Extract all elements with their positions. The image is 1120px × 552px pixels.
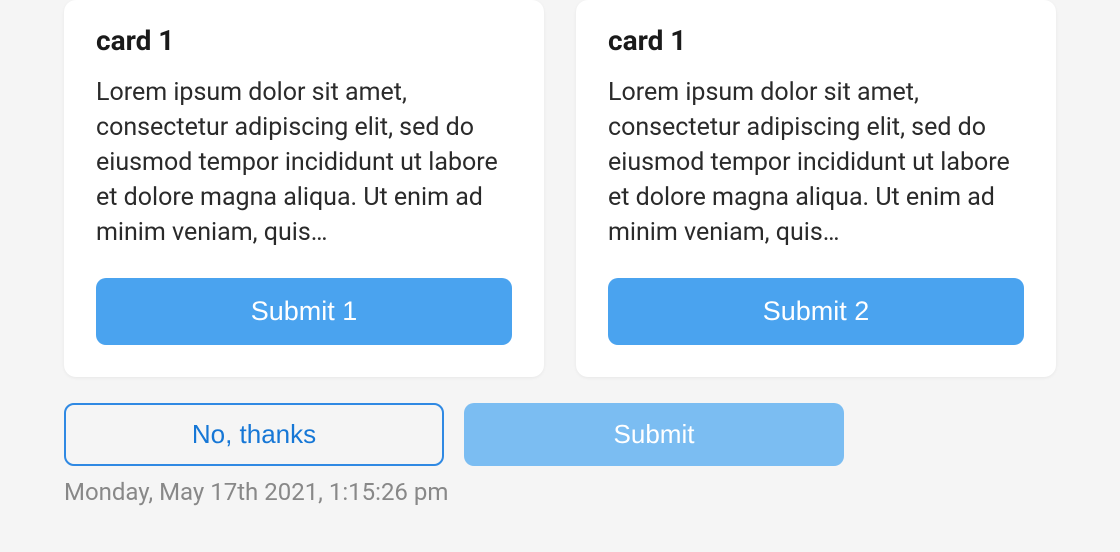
card-body: Lorem ipsum dolor sit amet, consectetur … xyxy=(608,75,1024,250)
card-title: card 1 xyxy=(608,24,1024,57)
submit-2-button[interactable]: Submit 2 xyxy=(608,278,1024,345)
card-1: card 1 Lorem ipsum dolor sit amet, conse… xyxy=(64,0,544,377)
card-body: Lorem ipsum dolor sit amet, consectetur … xyxy=(96,75,512,250)
card-2: card 1 Lorem ipsum dolor sit amet, conse… xyxy=(576,0,1056,377)
page-container: card 1 Lorem ipsum dolor sit amet, conse… xyxy=(0,0,1120,506)
no-thanks-button[interactable]: No, thanks xyxy=(64,403,444,466)
submit-1-button[interactable]: Submit 1 xyxy=(96,278,512,345)
submit-button[interactable]: Submit xyxy=(464,403,844,466)
timestamp: Monday, May 17th 2021, 1:15:26 pm xyxy=(64,478,1056,506)
card-title: card 1 xyxy=(96,24,512,57)
footer-buttons: No, thanks Submit xyxy=(64,403,1056,466)
cards-row: card 1 Lorem ipsum dolor sit amet, conse… xyxy=(64,0,1056,377)
